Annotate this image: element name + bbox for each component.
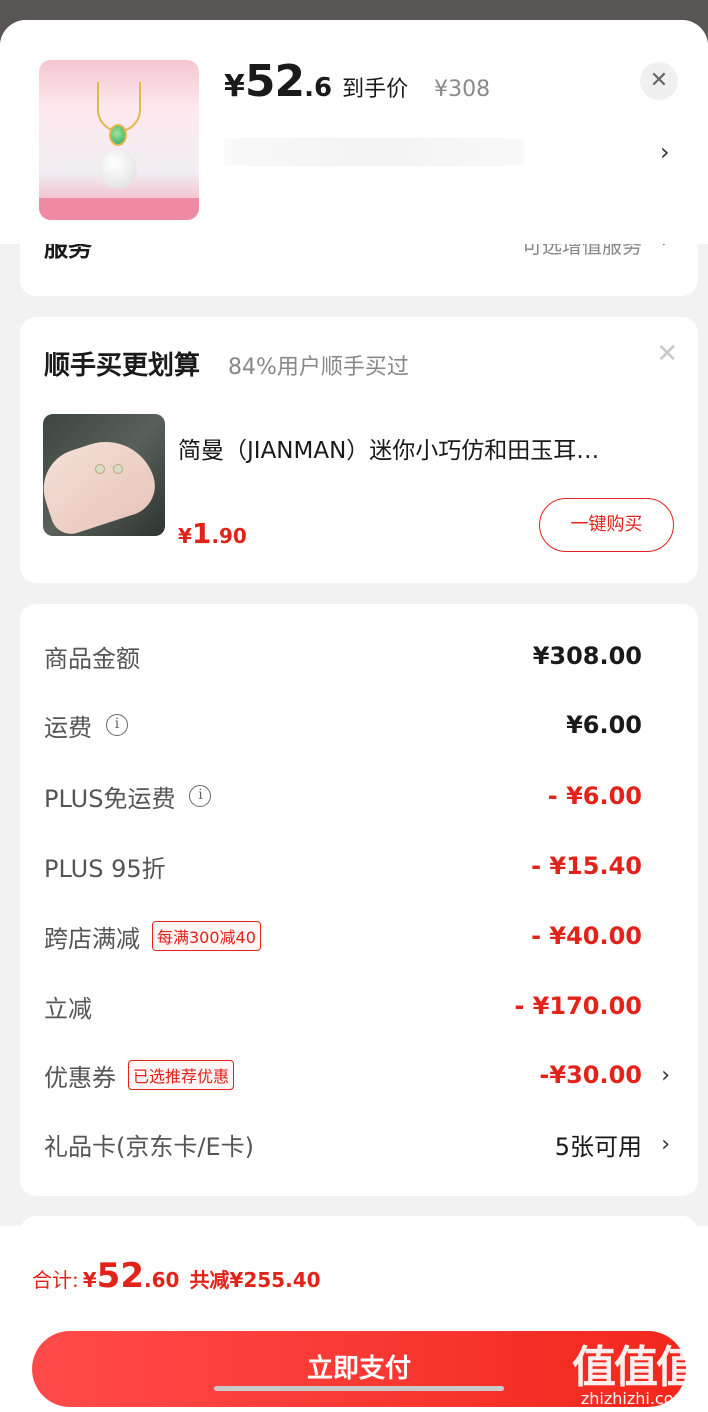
final-price: ¥ 52 .6 到手价 ¥308: [224, 56, 490, 107]
total-decimal: .60: [144, 1268, 180, 1292]
price-summary-card: 商品金额 ¥308.00 运费 i ¥6.00 PLUS免运费 i - ¥6.0…: [20, 604, 698, 1196]
row-value: 5张可用: [554, 1132, 642, 1161]
bundle-price-currency: ¥: [178, 524, 192, 548]
watermark: 值值值 zhizhizhi.com: [572, 1331, 700, 1408]
hand-image: [43, 428, 163, 536]
summary-row-plus-free-shipping: PLUS免运费 i - ¥6.00: [44, 776, 670, 816]
summary-row-plus-discount: PLUS 95折 - ¥15.40: [44, 846, 670, 886]
row-label: PLUS 95折: [44, 854, 166, 883]
watermark-domain: zhizhizhi.com: [580, 1389, 690, 1408]
home-indicator[interactable]: [214, 1386, 504, 1391]
promo-badge: 每满300减40: [152, 921, 261, 951]
info-icon[interactable]: i: [189, 785, 212, 807]
chevron-right-icon[interactable]: ›: [661, 1063, 670, 1088]
row-label: 礼品卡(京东卡/E卡): [44, 1132, 254, 1161]
coupon-badge: 已选推荐优惠: [128, 1060, 235, 1090]
checkout-sheet: 服务 可选增值服务 › ¥ 52 .6 到手价 ¥308 ✕ › 顺手买更划算 …: [0, 20, 708, 1412]
product-header: ¥ 52 .6 到手价 ¥308 ✕ ›: [0, 20, 708, 244]
row-value: - ¥40.00: [531, 922, 642, 950]
bundle-title: 顺手买更划算: [44, 351, 201, 381]
earring-image: [95, 464, 105, 474]
summary-row-goods-amount: 商品金额 ¥308.00: [44, 636, 670, 676]
product-thumbnail[interactable]: [39, 60, 199, 220]
summary-row-instant-discount: 立减 - ¥170.00: [44, 986, 670, 1026]
chevron-right-icon[interactable]: ›: [660, 138, 670, 166]
summary-row-gift-card[interactable]: 礼品卡(京东卡/E卡) 5张可用 ›: [44, 1124, 670, 1164]
bundle-price-integer: 1: [191, 517, 212, 550]
bundle-subtitle: 84%用户顺手买过: [228, 355, 409, 380]
total-integer: 52: [96, 1256, 144, 1296]
row-value: ¥6.00: [566, 711, 642, 739]
bundle-price: ¥ 1 .90: [178, 517, 247, 550]
price-integer: 52: [244, 56, 305, 107]
one-click-buy-button[interactable]: 一键购买: [539, 498, 674, 552]
row-value: - ¥6.00: [547, 782, 642, 810]
row-label: 立减: [44, 994, 92, 1023]
summary-row-shipping: 运费 i ¥6.00: [44, 705, 670, 745]
total-label: 合计:: [32, 1268, 79, 1292]
jade-disc-image: [99, 150, 137, 188]
jade-gem-image: [109, 124, 127, 146]
thumbnail-footer-strip: [39, 198, 199, 220]
bundle-product-image[interactable]: [43, 414, 165, 536]
bundle-price-decimal: .90: [211, 524, 247, 548]
price-tag-label: 到手价: [342, 77, 409, 102]
watermark-logo: 值值值: [572, 1342, 700, 1393]
row-label: PLUS免运费: [44, 784, 176, 813]
summary-row-coupon[interactable]: 优惠券 已选推荐优惠 -¥30.00 ›: [44, 1055, 670, 1095]
info-icon[interactable]: i: [106, 714, 128, 736]
row-value: - ¥170.00: [514, 992, 642, 1020]
chevron-right-icon[interactable]: ›: [661, 1132, 670, 1157]
summary-row-cross-store-discount: 跨店满减 每满300减40 - ¥40.00: [44, 916, 670, 956]
row-value: ¥308.00: [532, 642, 642, 670]
total-savings: 共减¥255.40: [189, 1268, 321, 1292]
close-icon[interactable]: ✕: [656, 339, 678, 369]
row-label: 优惠券: [44, 1063, 116, 1092]
total-amount: 合计: ¥ 52 .60 共减¥255.40: [32, 1256, 321, 1296]
row-value: -¥30.00: [539, 1061, 642, 1089]
spec-selector[interactable]: [224, 138, 524, 166]
row-label: 商品金额: [44, 644, 140, 673]
row-label: 跨店满减: [44, 924, 140, 953]
price-decimal: .6: [304, 73, 333, 103]
bundle-product-name[interactable]: 简曼（JIANMAN）迷你小巧仿和田玉耳…: [178, 431, 678, 465]
earring-image: [113, 464, 123, 474]
checkout-bar: 合计: ¥ 52 .60 共减¥255.40 立即支付 值值值 zhizhizh…: [0, 1226, 708, 1412]
row-label: 运费: [44, 713, 92, 742]
close-icon[interactable]: ✕: [640, 62, 678, 100]
total-currency: ¥: [82, 1268, 97, 1292]
price-currency: ¥: [224, 69, 245, 104]
row-value: - ¥15.40: [531, 852, 642, 880]
bundle-card: 顺手买更划算 84%用户顺手买过 ✕ 简曼（JIANMAN）迷你小巧仿和田玉耳……: [20, 317, 698, 583]
original-price: ¥308: [434, 77, 491, 102]
